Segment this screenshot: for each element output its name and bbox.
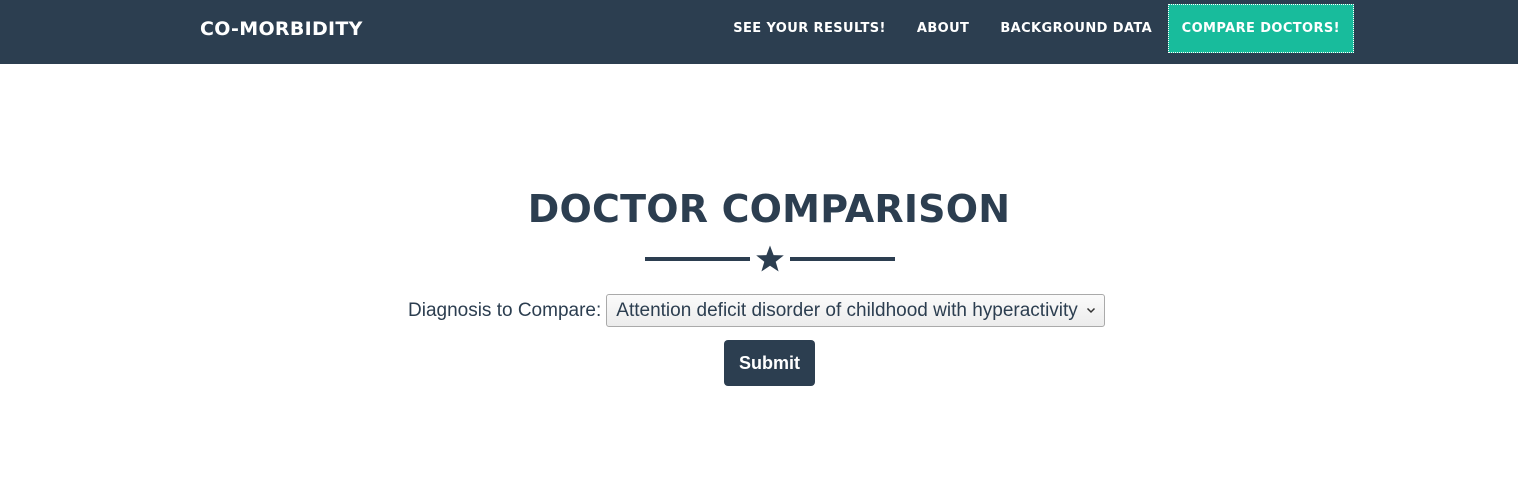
nav-menu: SEE YOUR RESULTS! ABOUT BACKGROUND DATA … (718, 4, 1354, 53)
diagnosis-select[interactable]: Attention deficit disorder of childhood … (606, 294, 1105, 327)
divider-line-left (645, 257, 750, 261)
brand-link[interactable]: CO-MORBIDITY (200, 17, 363, 41)
nav-item-about[interactable]: ABOUT (901, 4, 984, 53)
title-divider (645, 244, 895, 274)
diagnosis-form-row: Diagnosis to Compare: Attention deficit … (408, 293, 1105, 328)
main-content: DOCTOR COMPARISON Diagnosis to Compare: … (0, 64, 1518, 489)
divider-line-right (790, 257, 895, 261)
nav-item-background-data[interactable]: BACKGROUND DATA (985, 4, 1168, 53)
page-title: DOCTOR COMPARISON (527, 187, 1011, 231)
nav-item-see-your-results[interactable]: SEE YOUR RESULTS! (718, 4, 902, 53)
navbar: CO-MORBIDITY SEE YOUR RESULTS! ABOUT BAC… (0, 0, 1518, 64)
nav-item-compare-doctors[interactable]: COMPARE DOCTORS! (1167, 4, 1354, 53)
star-icon (756, 245, 784, 272)
chevron-down-icon (1086, 307, 1095, 314)
diagnosis-select-value: Attention deficit disorder of childhood … (616, 299, 1078, 321)
submit-button[interactable]: Submit (724, 340, 815, 386)
diagnosis-label: Diagnosis to Compare: (408, 299, 602, 321)
